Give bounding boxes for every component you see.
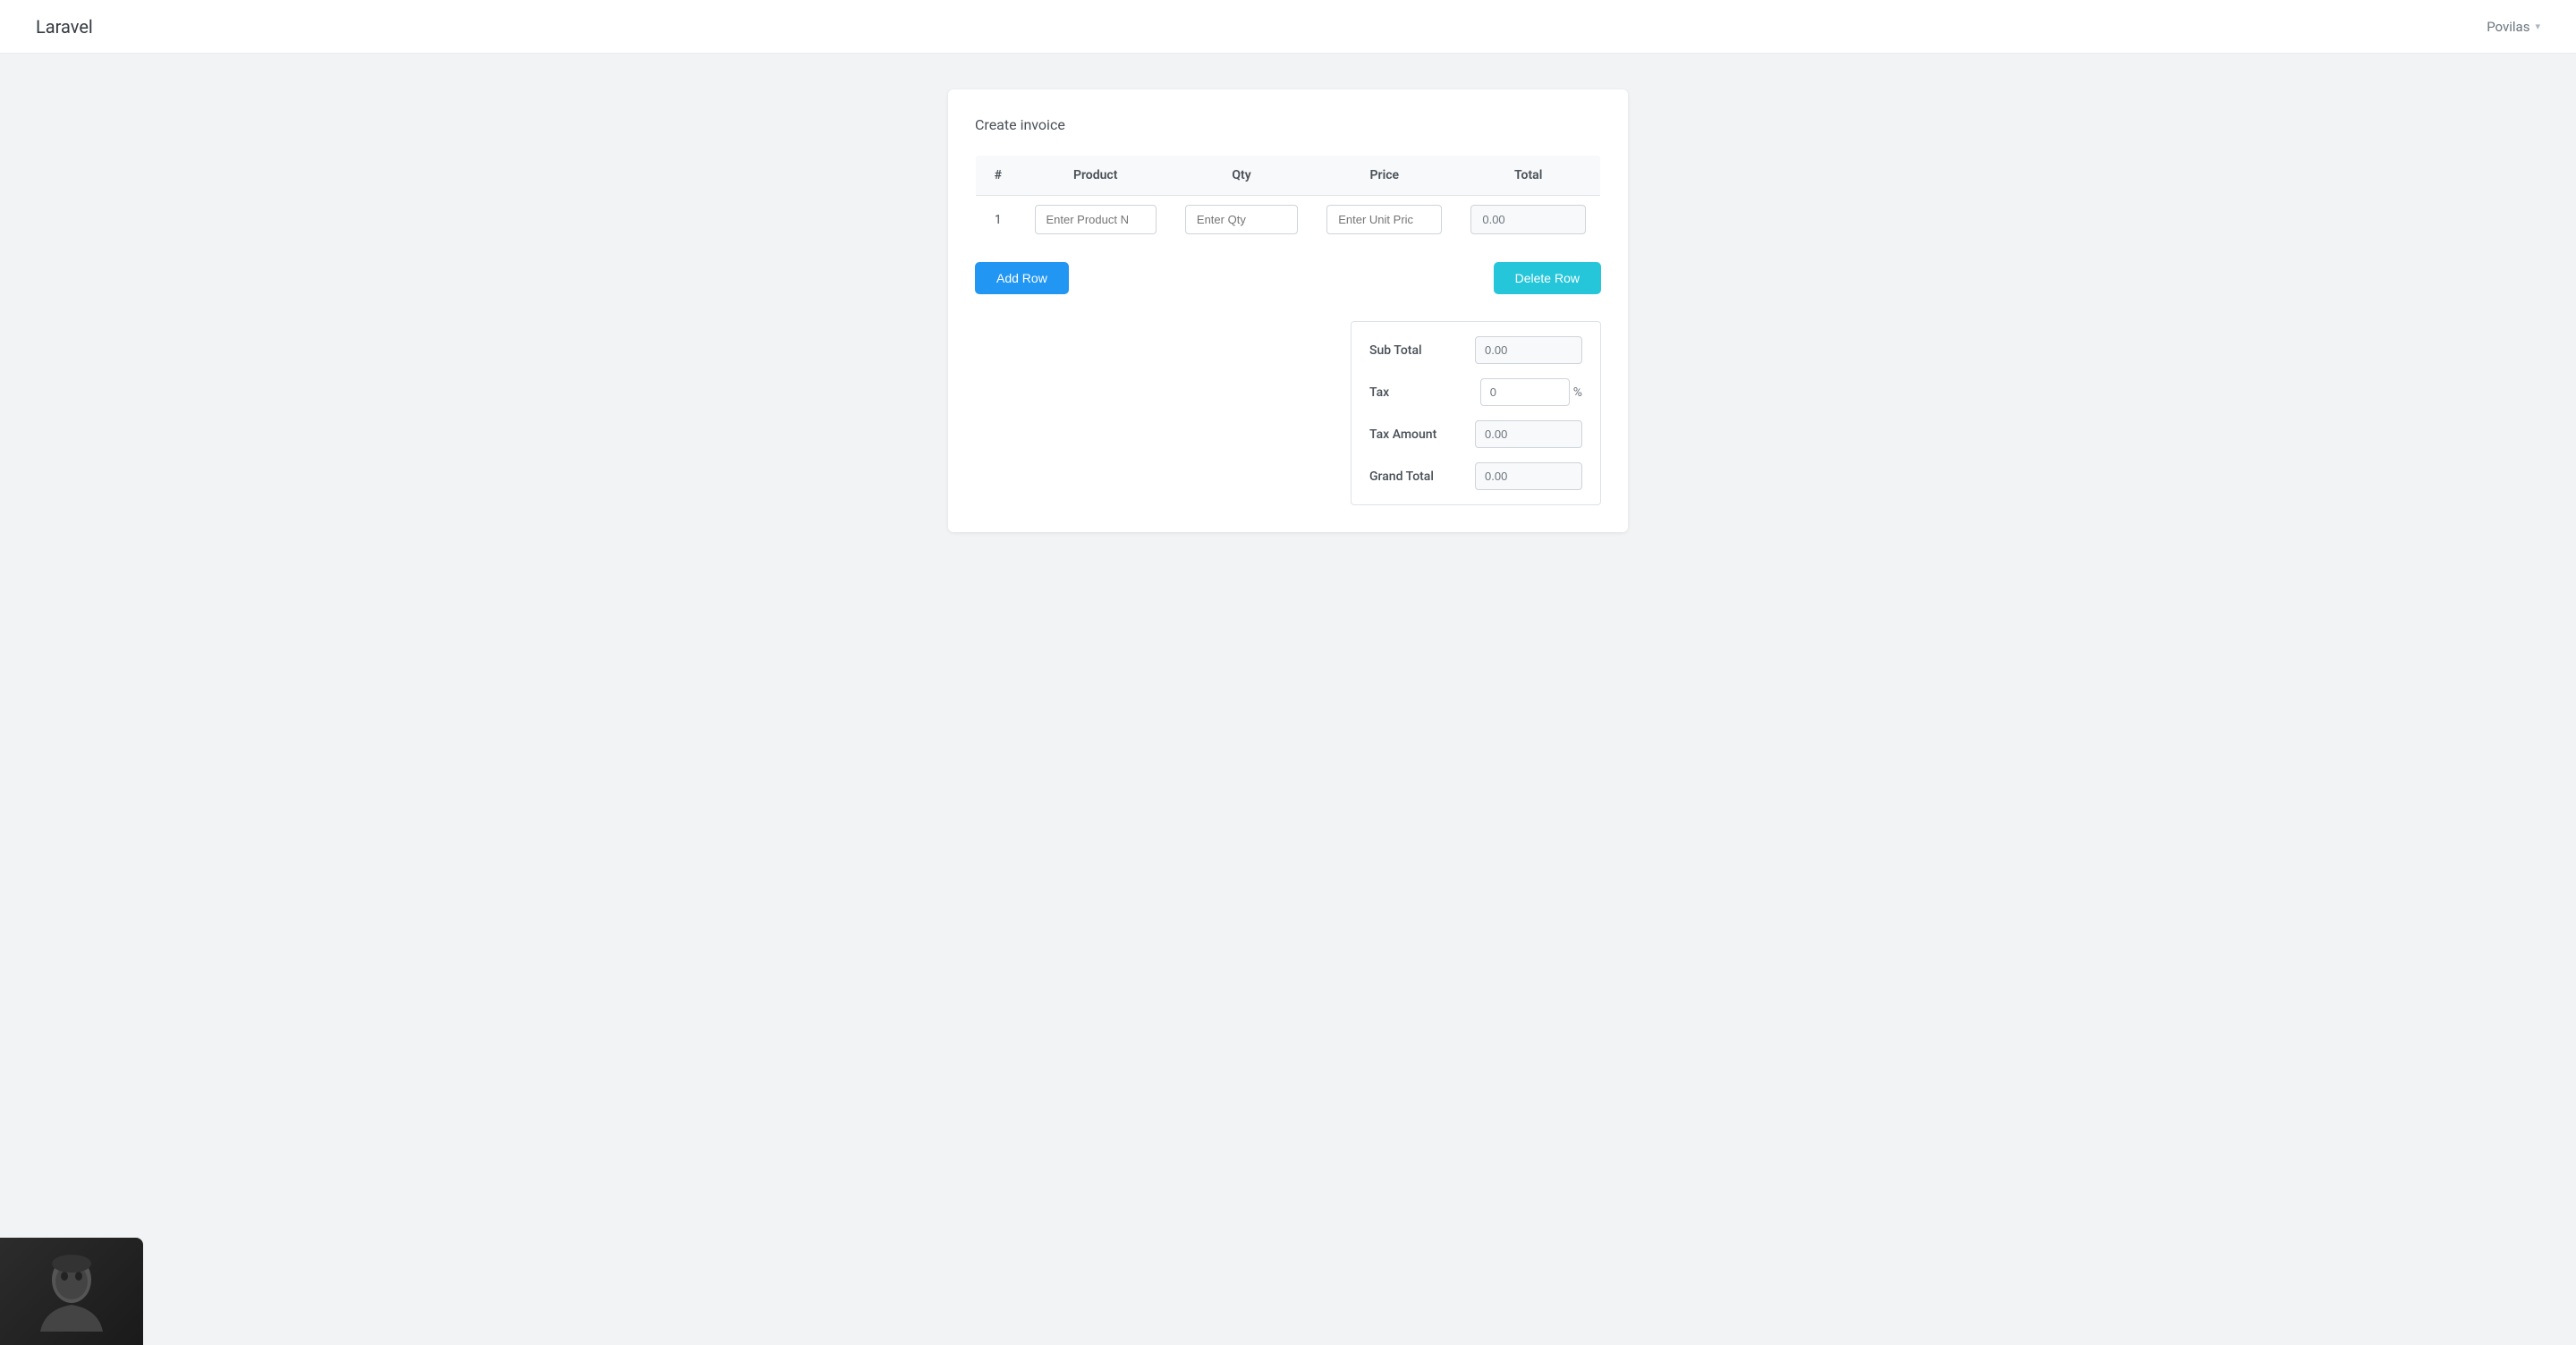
page-title: Create invoice [975,116,1601,133]
col-header-product: Product [1021,156,1171,196]
product-cell [1021,196,1171,244]
navbar: Laravel Povilas ▾ [0,0,2576,54]
navbar-username: Povilas [2487,19,2529,35]
webcam-overlay [0,1238,143,1345]
face-silhouette-icon [36,1251,107,1332]
add-row-button[interactable]: Add Row [975,262,1069,294]
qty-input[interactable] [1185,205,1298,234]
unit-price-input[interactable] [1326,205,1442,234]
grand-total-label: Grand Total [1369,469,1450,484]
sub-total-row: Sub Total [1369,336,1582,364]
col-header-total: Total [1456,156,1600,196]
sub-total-input [1475,336,1582,364]
price-cell [1312,196,1456,244]
qty-cell [1171,196,1312,244]
tax-amount-input-wrap [1475,420,1582,448]
invoice-table: # Product Qty Price Total 1 [975,155,1601,244]
tax-row: Tax % [1369,378,1582,406]
percent-symbol: % [1573,385,1582,400]
tax-input[interactable] [1480,378,1570,406]
webcam-feed [0,1238,143,1345]
grand-total-row: Grand Total [1369,462,1582,490]
product-input[interactable] [1035,205,1157,234]
grand-total-input [1475,462,1582,490]
total-input [1470,205,1586,234]
invoice-card: Create invoice # Product Qty Price Total… [948,89,1628,532]
col-header-number: # [976,156,1021,196]
table-row: 1 [976,196,1601,244]
delete-row-button[interactable]: Delete Row [1494,262,1601,294]
grand-total-input-wrap [1475,462,1582,490]
col-header-qty: Qty [1171,156,1312,196]
tax-amount-row: Tax Amount [1369,420,1582,448]
navbar-brand[interactable]: Laravel [36,16,93,38]
totals-section: Sub Total Tax % Tax Amount [975,321,1601,505]
tax-amount-input [1475,420,1582,448]
tax-amount-label: Tax Amount [1369,427,1450,442]
col-header-price: Price [1312,156,1456,196]
table-header-row: # Product Qty Price Total [976,156,1601,196]
sub-total-input-wrap [1475,336,1582,364]
tax-label: Tax [1369,385,1450,400]
totals-panel: Sub Total Tax % Tax Amount [1351,321,1601,505]
action-buttons-row: Add Row Delete Row [975,262,1601,294]
total-cell [1456,196,1600,244]
main-content: Create invoice # Product Qty Price Total… [0,54,2576,568]
sub-total-label: Sub Total [1369,343,1450,358]
navbar-user-menu[interactable]: Povilas ▾ [2487,19,2540,35]
row-number: 1 [976,196,1021,244]
tax-input-wrap: % [1480,378,1582,406]
chevron-down-icon: ▾ [2535,21,2540,32]
